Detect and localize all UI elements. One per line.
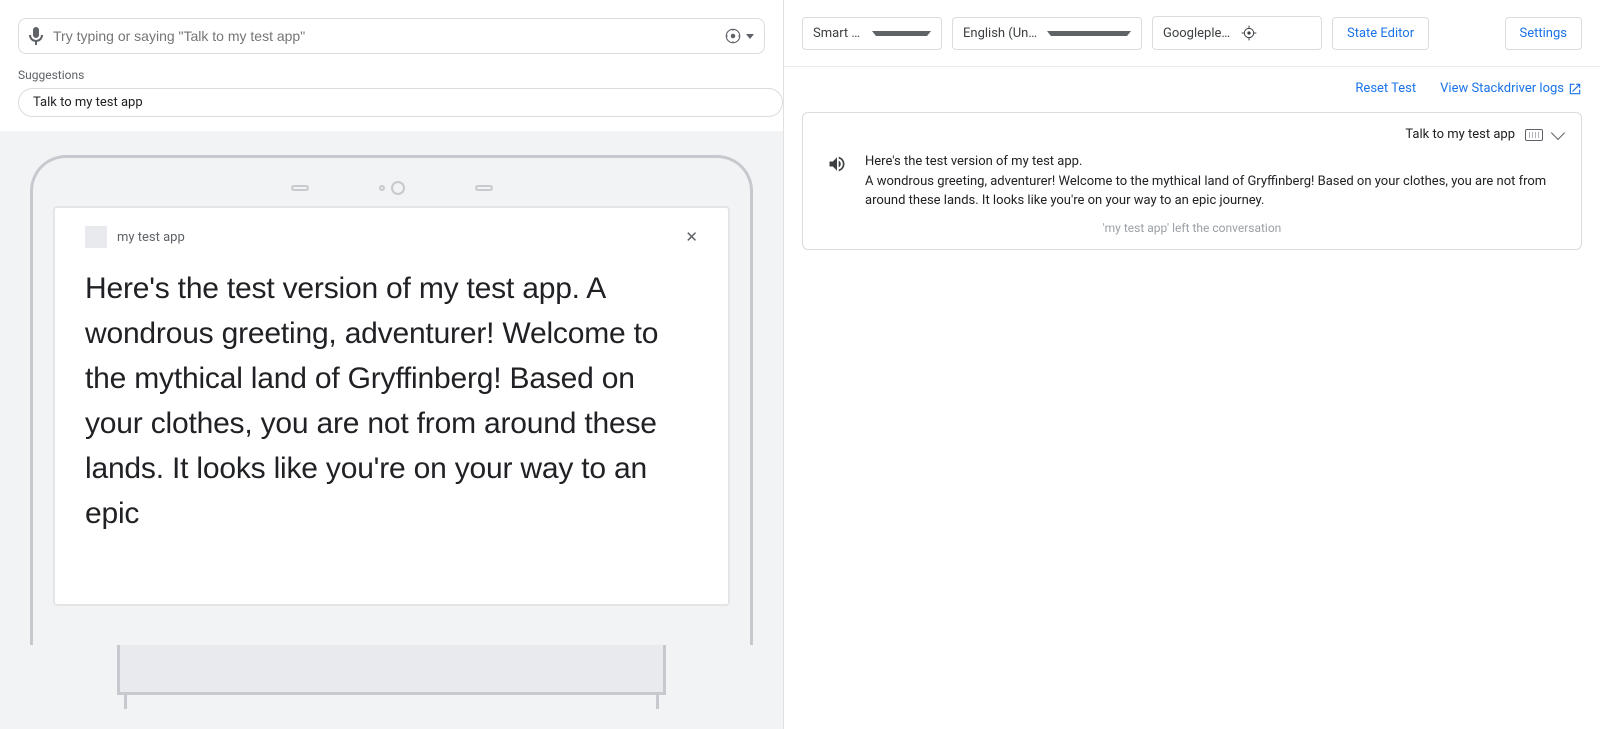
expand-chevron-icon[interactable] [1551,125,1565,139]
device-screen: my test app ✕ Here's the test version of… [53,206,730,606]
device-preview-area: my test app ✕ Here's the test version of… [0,131,783,729]
view-logs-label: View Stackdriver logs [1440,81,1564,96]
conversation-line-2: A wondrous greeting, adventurer! Welcome… [865,172,1557,211]
device-foot [124,695,659,709]
chevron-down-icon [872,31,931,36]
reset-test-link[interactable]: Reset Test [1355,81,1416,96]
action-links-row: Reset Test View Stackdriver logs [784,67,1600,106]
language-value: English (United States) [963,26,1039,41]
surface-value: Smart Display [813,26,864,41]
app-name-label: my test app [117,230,675,245]
smart-display-frame: my test app ✕ Here's the test version of… [30,155,753,645]
assistant-mode-icon[interactable] [724,27,742,45]
assistant-mode-dropdown-icon[interactable] [746,34,754,39]
external-link-icon [1568,82,1582,96]
chevron-down-icon [1047,31,1131,36]
surface-dropdown[interactable]: Smart Display [802,17,942,50]
close-icon[interactable]: ✕ [685,228,698,246]
conversation-line-1: Here's the test version of my test app. [865,152,1557,172]
conversation-footer: 'my test app' left the conversation [821,221,1563,235]
screen-response-text: Here's the test version of my test app. … [85,266,698,536]
simulator-toolbar: Smart Display English (United States) Go… [784,0,1600,67]
conversation-response: Here's the test version of my test app. … [865,152,1557,211]
settings-button[interactable]: Settings [1505,17,1582,50]
conversation-card: Talk to my test app Here's the test vers… [802,112,1582,250]
language-dropdown[interactable]: English (United States) [952,17,1142,50]
location-value: Googleplex, Mountain … [1163,26,1233,41]
view-logs-link[interactable]: View Stackdriver logs [1440,81,1582,96]
query-input-bar[interactable] [18,18,765,54]
query-input[interactable] [53,28,714,44]
microphone-icon[interactable] [29,27,43,45]
state-editor-button[interactable]: State Editor [1332,17,1429,50]
conversation-title: Talk to my test app [1405,127,1515,142]
suggestions-label: Suggestions [18,68,783,82]
app-logo-placeholder [85,226,107,248]
device-sensors [53,178,730,198]
device-base [117,645,666,695]
speaker-icon [827,154,847,178]
location-target-icon [1241,25,1311,41]
location-dropdown[interactable]: Googleplex, Mountain … [1152,16,1322,50]
suggestion-chip[interactable]: Talk to my test app [18,88,783,117]
keyboard-icon [1525,129,1543,141]
